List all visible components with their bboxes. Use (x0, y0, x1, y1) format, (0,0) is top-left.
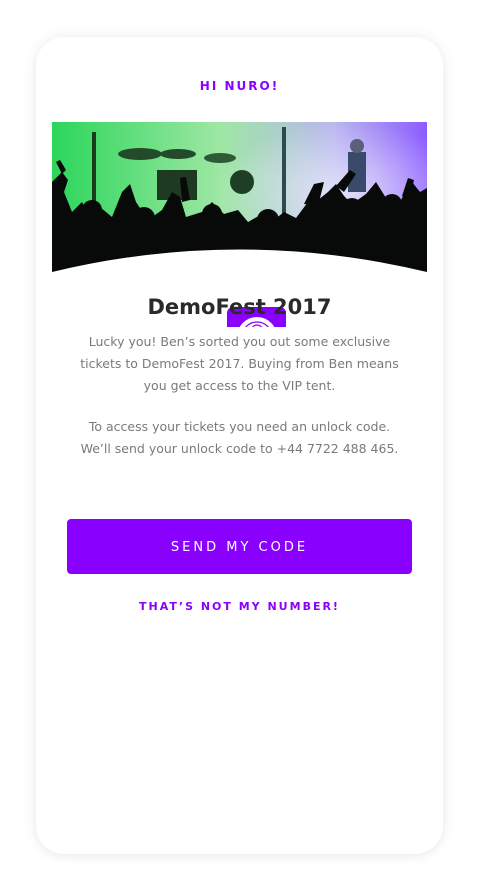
not-my-number-link[interactable]: THAT’S NOT MY NUMBER! (36, 600, 443, 613)
send-my-code-button[interactable]: SEND MY CODE (67, 519, 412, 574)
greeting-text: HI NURO! (199, 79, 280, 93)
unlock-code-paragraph: To access your tickets you need an unloc… (80, 419, 399, 456)
intro-paragraph: Lucky you! Ben’s sorted you out some exc… (80, 334, 399, 393)
ticket-card: HI NURO! DemoFest 2017 Lucky you! Ben’s … (36, 37, 443, 854)
event-title: DemoFest 2017 (147, 295, 332, 319)
